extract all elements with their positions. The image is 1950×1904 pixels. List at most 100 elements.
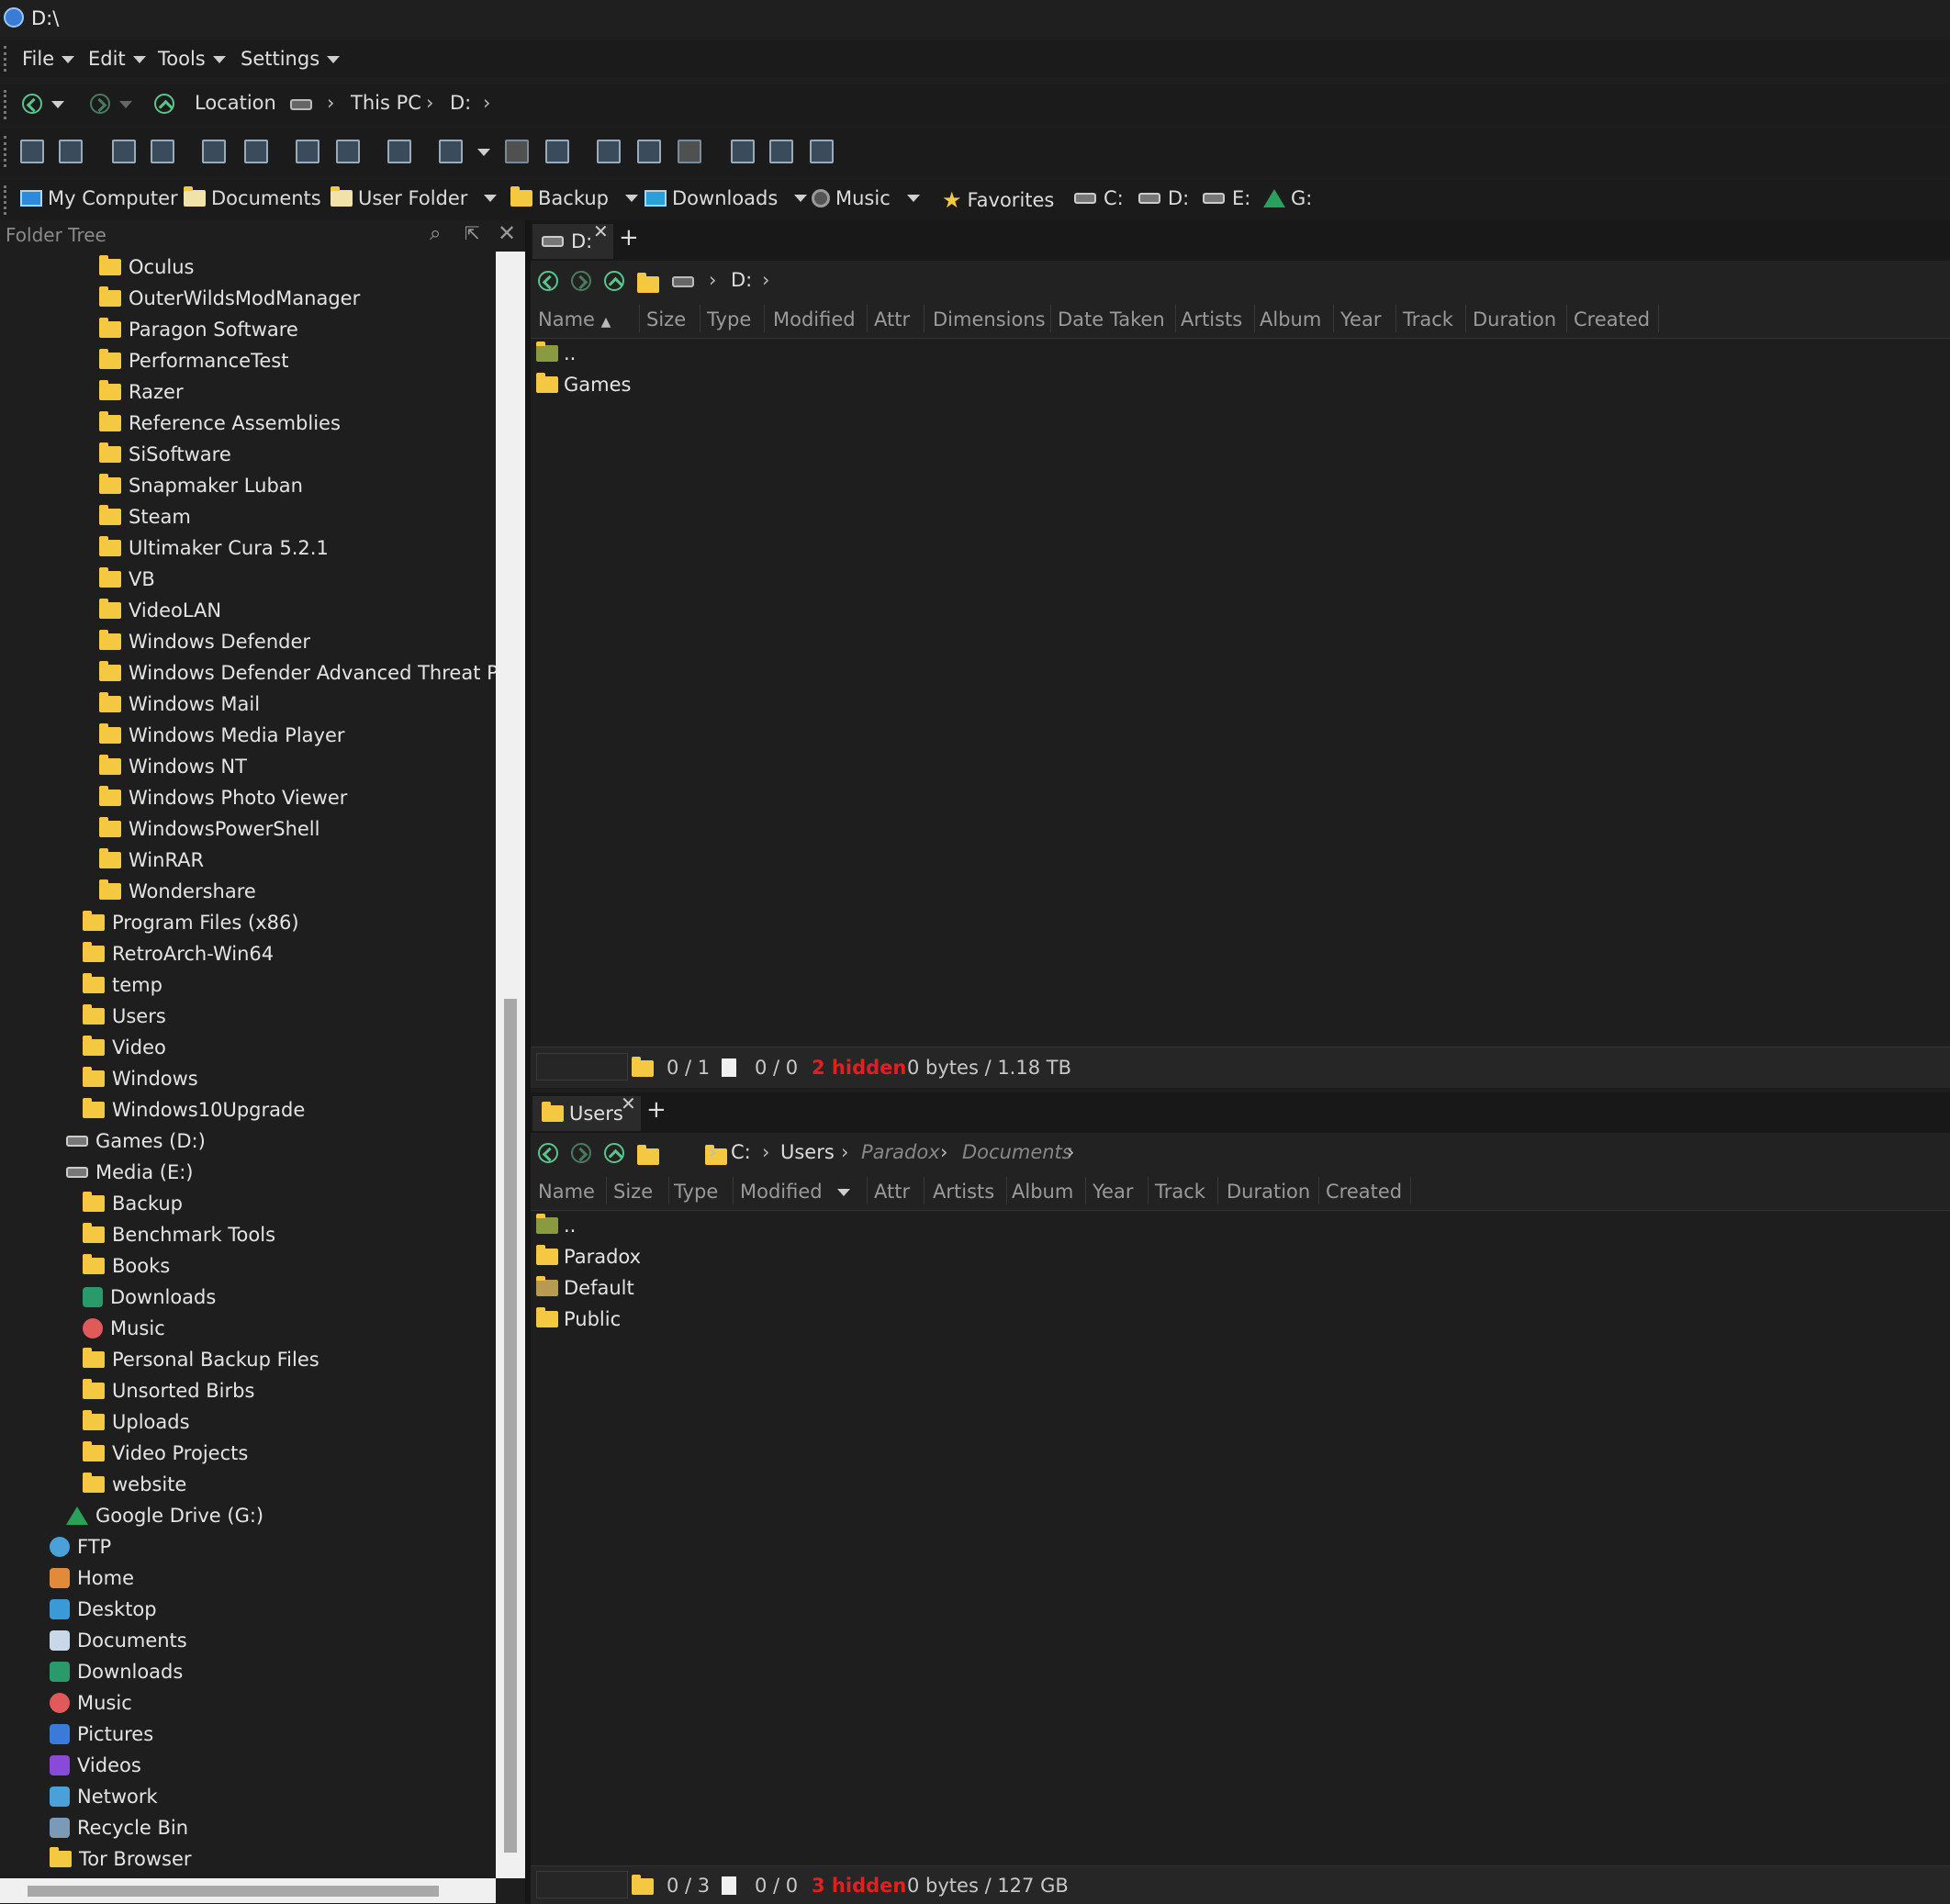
list-item-default[interactable]: Default xyxy=(536,1274,634,1302)
tree-item[interactable]: Windows xyxy=(83,1063,198,1094)
tree-item[interactable]: Videos xyxy=(50,1750,141,1781)
column-separator[interactable] xyxy=(1148,1177,1149,1204)
back-icon[interactable] xyxy=(22,94,42,114)
back-icon[interactable] xyxy=(538,271,558,291)
tree-item[interactable]: Pictures xyxy=(50,1719,153,1750)
column-artists[interactable]: Artists xyxy=(933,1181,994,1203)
tree-item[interactable]: Books xyxy=(83,1250,170,1282)
tree-item[interactable]: VB xyxy=(99,564,155,595)
tree-item[interactable]: Video xyxy=(83,1032,166,1063)
search-icon[interactable]: ⌕ xyxy=(430,222,441,245)
column-separator[interactable] xyxy=(1175,305,1176,332)
up-icon[interactable] xyxy=(604,271,624,291)
list-item-parent[interactable]: .. xyxy=(536,340,576,367)
tree-item[interactable]: Windows Photo Viewer xyxy=(99,782,347,813)
column-year[interactable]: Year xyxy=(1340,308,1381,330)
fav-favorites[interactable]: ★ Favorites xyxy=(942,187,1054,213)
fav-backup[interactable]: Backup xyxy=(510,186,638,209)
tree-item[interactable]: VideoLAN xyxy=(99,595,221,626)
menu-tools[interactable]: Tools xyxy=(158,48,226,70)
breadcrumb-d[interactable]: D: xyxy=(450,92,471,114)
column-separator[interactable] xyxy=(1085,1177,1086,1204)
status-filter-box[interactable] xyxy=(536,1053,628,1081)
tree-item[interactable]: Windows10Upgrade xyxy=(83,1094,305,1126)
tree-item[interactable]: Steam xyxy=(99,501,191,532)
column-date-taken[interactable]: Date Taken xyxy=(1058,308,1165,330)
column-separator[interactable] xyxy=(1217,1177,1218,1204)
column-year[interactable]: Year xyxy=(1093,1181,1133,1203)
column-separator[interactable] xyxy=(867,1177,868,1204)
tree-item[interactable]: Personal Backup Files xyxy=(83,1344,319,1375)
status-filter-box[interactable] xyxy=(536,1871,628,1898)
column-duration[interactable]: Duration xyxy=(1473,308,1556,330)
dual-pane-icon[interactable] xyxy=(59,140,83,163)
tree-item[interactable]: Documents xyxy=(50,1625,187,1656)
column-attr[interactable]: Attr xyxy=(874,1181,910,1203)
column-separator[interactable] xyxy=(1006,1177,1007,1204)
tree-item[interactable]: Uploads xyxy=(83,1406,190,1438)
close-icon[interactable]: ✕ xyxy=(498,220,516,246)
column-separator[interactable] xyxy=(1050,305,1051,332)
status-hidden[interactable]: 2 hidden xyxy=(812,1057,906,1079)
undock-icon[interactable]: ⇱ xyxy=(465,222,480,244)
tree-item[interactable]: Music xyxy=(83,1313,165,1344)
toolbar-grip[interactable] xyxy=(4,136,10,167)
layout-pane-1-icon[interactable] xyxy=(505,140,529,163)
tree-item[interactable]: Downloads xyxy=(83,1282,216,1313)
tree-item[interactable]: Reference Assemblies xyxy=(99,408,341,439)
list-item-public[interactable]: Public xyxy=(536,1305,621,1333)
favorite-folder-icon[interactable] xyxy=(637,1145,659,1165)
view-mode-chevron-icon[interactable] xyxy=(477,149,490,156)
tree-item[interactable]: Tor Browser xyxy=(50,1843,192,1875)
column-separator[interactable] xyxy=(1318,1177,1319,1204)
tree-item[interactable]: RetroArch-Win64 xyxy=(83,938,274,969)
tree-item[interactable]: Snapmaker Luban xyxy=(99,470,303,501)
tree-item[interactable]: Windows NT xyxy=(99,751,247,782)
find-icon[interactable] xyxy=(387,140,411,163)
tree-item[interactable]: Games (D:) xyxy=(66,1126,206,1157)
tree-item[interactable]: PerformanceTest xyxy=(99,345,288,376)
column-separator[interactable] xyxy=(639,305,640,332)
fav-user-folder[interactable]: User Folder xyxy=(331,186,498,209)
details-pane-icon[interactable] xyxy=(810,140,834,163)
tree-item[interactable]: Wondershare xyxy=(99,876,256,907)
column-separator[interactable] xyxy=(1566,305,1567,332)
checkbox-mode-icon[interactable] xyxy=(597,140,621,163)
tree-vertical-scroll-thumb[interactable] xyxy=(504,999,517,1853)
fav-drive-g[interactable]: G: xyxy=(1263,187,1312,209)
tree-horizontal-scroll-thumb[interactable] xyxy=(28,1886,439,1897)
tree-item[interactable]: OuterWildsModManager xyxy=(99,283,360,314)
tree-item[interactable]: website xyxy=(83,1469,186,1500)
tree-item[interactable]: Users xyxy=(83,1001,166,1032)
menu-settings[interactable]: Settings xyxy=(241,48,341,70)
tree-item[interactable]: Media (E:) xyxy=(66,1157,193,1188)
tree-item[interactable]: Windows Defender Advanced Threat Protect… xyxy=(99,657,496,689)
breadcrumb-users[interactable]: Users xyxy=(780,1141,835,1163)
column-modified[interactable]: Modified xyxy=(740,1181,850,1203)
tree-item[interactable]: Ultimaker Cura 5.2.1 xyxy=(99,532,329,564)
column-type[interactable]: Type xyxy=(674,1181,718,1203)
tree-item[interactable]: Unsorted Birbs xyxy=(83,1375,254,1406)
up-icon[interactable] xyxy=(604,1143,624,1163)
tree-item[interactable]: temp xyxy=(83,969,162,1001)
column-artists[interactable]: Artists xyxy=(1181,308,1242,330)
column-created[interactable]: Created xyxy=(1326,1181,1402,1203)
delete-icon[interactable] xyxy=(296,140,319,163)
copy-to-icon[interactable] xyxy=(151,140,174,163)
tree-item[interactable]: WinRAR xyxy=(99,845,204,876)
column-size[interactable]: Size xyxy=(646,308,686,330)
column-separator[interactable] xyxy=(1410,1177,1411,1204)
fav-drive-d[interactable]: D: xyxy=(1138,187,1189,209)
column-track[interactable]: Track xyxy=(1155,1181,1205,1203)
new-window-icon[interactable] xyxy=(20,140,44,163)
back-history-chevron-icon[interactable] xyxy=(51,101,64,108)
view-mode-icon[interactable] xyxy=(439,140,463,163)
tree-item[interactable]: SiSoftware xyxy=(99,439,231,470)
toolbar-grip[interactable] xyxy=(4,90,10,119)
column-separator[interactable] xyxy=(867,305,868,332)
tree-item[interactable]: Home xyxy=(50,1562,134,1594)
add-tab-icon[interactable]: + xyxy=(619,224,639,252)
tree-item[interactable]: Paragon Software xyxy=(99,314,298,345)
tree-item[interactable]: Music xyxy=(50,1687,132,1719)
column-separator[interactable] xyxy=(1658,305,1659,332)
